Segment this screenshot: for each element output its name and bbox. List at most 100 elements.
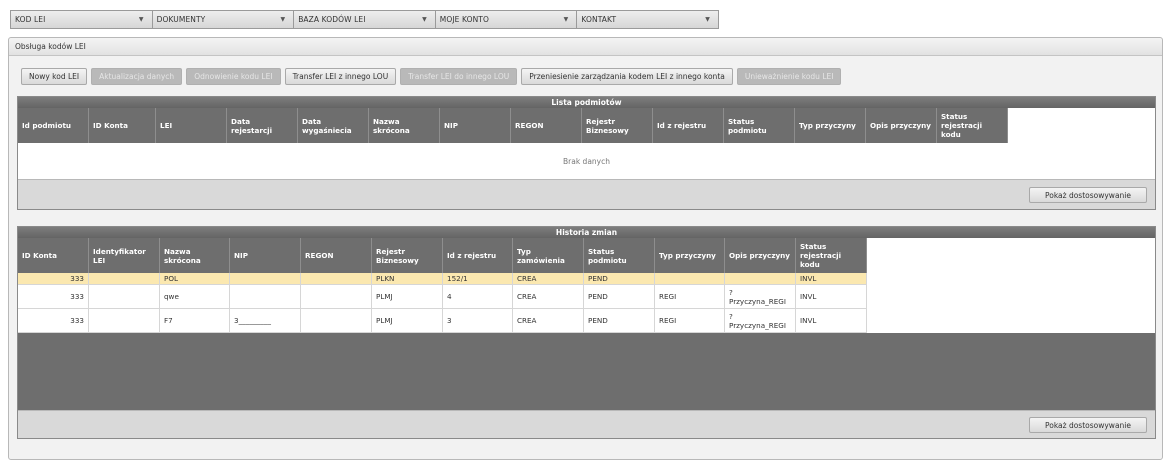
cell-regon <box>301 309 372 333</box>
menu-dokumenty[interactable]: DOKUMENTY ▼ <box>153 11 295 28</box>
cell-id-konta: 333 <box>18 309 89 333</box>
cell-identyfikator <box>89 285 160 309</box>
cell-nip <box>230 273 301 285</box>
cell-status-rejestracji: INVL <box>796 273 867 285</box>
cell-regon <box>301 285 372 309</box>
cell-nazwa: POL <box>160 273 230 285</box>
history-grid-footer: Pokaż dostosowywanie <box>18 410 1155 438</box>
cell-id-konta: 333 <box>18 273 89 285</box>
column-header[interactable]: Id z rejestru <box>443 238 513 273</box>
cell-typ-przyczyny: REGI <box>655 309 725 333</box>
cell-rejestr: PLMJ <box>372 309 443 333</box>
cell-id-konta: 333 <box>18 285 89 309</box>
menu-label: DOKUMENTY <box>156 15 206 24</box>
update-data-button[interactable]: Aktualizacja danych <box>91 68 183 85</box>
cell-id-rejestru: 3 <box>443 309 513 333</box>
column-header[interactable]: NIP <box>440 108 511 143</box>
renew-lei-button[interactable]: Odnowienie kodu LEI <box>186 68 281 85</box>
column-header[interactable]: Nazwa skrócona <box>160 238 230 273</box>
invalidate-lei-button[interactable]: Unieważnienie kodu LEI <box>736 68 842 85</box>
cell-id-rejestru: 152/1 <box>443 273 513 285</box>
lei-panel: Obsługa kodów LEI Nowy kod LEI Aktualiza… <box>8 37 1163 460</box>
cell-id-rejestru: 4 <box>443 285 513 309</box>
cell-typ-zamowienia: CREA <box>513 309 584 333</box>
cell-typ-zamowienia: CREA <box>513 285 584 309</box>
entities-grid: Lista podmiotów Id podmiotu ID Konta LEI… <box>17 96 1156 210</box>
column-header[interactable]: NIP <box>230 238 301 273</box>
history-grid: Historia zmian ID Konta Identyfikator LE… <box>17 226 1156 439</box>
menu-baza-kodow[interactable]: BAZA KODÓW LEI ▼ <box>294 11 436 28</box>
column-header[interactable]: ID Konta <box>89 108 156 143</box>
column-header[interactable]: Status podmiotu <box>724 108 795 143</box>
column-header[interactable]: Rejestr Biznesowy <box>372 238 443 273</box>
column-header[interactable]: Nazwa skrócona <box>369 108 440 143</box>
cell-rejestr: PLKN <box>372 273 443 285</box>
cell-status-podmiotu: PEND <box>584 285 655 309</box>
cell-status-podmiotu: PEND <box>584 273 655 285</box>
transfer-out-button[interactable]: Transfer LEI do innego LOU <box>400 68 518 85</box>
history-grid-title: Historia zmian <box>18 227 1155 238</box>
menu-kontakt[interactable]: KONTAKT ▼ <box>577 11 718 28</box>
new-lei-button[interactable]: Nowy kod LEI <box>21 68 88 85</box>
column-header[interactable]: REGON <box>301 238 372 273</box>
menu-label: MOJE KONTO <box>439 15 489 24</box>
column-header[interactable]: Typ przyczyny <box>795 108 866 143</box>
empty-message: Brak danych <box>18 143 1155 179</box>
menu-label: KOD LEI <box>15 15 46 24</box>
customize-button[interactable]: Pokaż dostosowywanie <box>1029 417 1147 433</box>
chevron-down-icon: ▼ <box>280 16 286 23</box>
transfer-in-button[interactable]: Transfer LEI z innego LOU <box>284 68 397 85</box>
cell-status-rejestracji: INVL <box>796 285 867 309</box>
entities-grid-title: Lista podmiotów <box>18 97 1155 108</box>
cell-identyfikator <box>89 273 160 285</box>
action-toolbar: Nowy kod LEI Aktualizacja danych Odnowie… <box>21 68 842 85</box>
chevron-down-icon: ▼ <box>563 16 569 23</box>
column-header[interactable]: Status rejestracji kodu <box>937 108 1008 143</box>
entities-grid-footer: Pokaż dostosowywanie <box>18 179 1155 209</box>
column-header[interactable]: Opis przyczyny <box>866 108 937 143</box>
column-header[interactable]: REGON <box>511 108 582 143</box>
column-header[interactable]: Data rejestarcji <box>227 108 298 143</box>
cell-nazwa: qwe <box>160 285 230 309</box>
history-header-row: ID Konta Identyfikator LEI Nazwa skrócon… <box>18 238 1155 273</box>
cell-nip <box>230 285 301 309</box>
table-row[interactable]: 333 F7 3_________ PLMJ 3 CREA PEND REGI … <box>18 309 1155 333</box>
menu-kod-lei[interactable]: KOD LEI ▼ <box>11 11 153 28</box>
cell-nazwa: F7 <box>160 309 230 333</box>
column-header[interactable]: Data wygaśniecia <box>298 108 369 143</box>
cell-opis-przyczyny <box>725 273 796 285</box>
menu-moje-konto[interactable]: MOJE KONTO ▼ <box>436 11 578 28</box>
chevron-down-icon: ▼ <box>705 16 710 23</box>
column-header[interactable]: Id podmiotu <box>18 108 89 143</box>
column-header[interactable]: Identyfikator LEI <box>89 238 160 273</box>
column-header[interactable]: Rejestr Biznesowy <box>582 108 653 143</box>
cell-typ-przyczyny <box>655 273 725 285</box>
cell-opis-przyczyny: ? Przyczyna_REGI <box>725 285 796 309</box>
chevron-down-icon: ▼ <box>138 16 144 23</box>
column-header[interactable]: Typ zamówienia <box>513 238 584 273</box>
cell-typ-przyczyny: REGI <box>655 285 725 309</box>
table-row[interactable]: 333 POL PLKN 152/1 CREA PEND INVL <box>18 273 1155 285</box>
cell-regon <box>301 273 372 285</box>
customize-button[interactable]: Pokaż dostosowywanie <box>1029 187 1147 203</box>
column-header[interactable]: Status podmiotu <box>584 238 655 273</box>
main-menu: KOD LEI ▼ DOKUMENTY ▼ BAZA KODÓW LEI ▼ MOJE… <box>10 10 719 29</box>
column-header[interactable]: Status rejestracji kodu <box>796 238 867 273</box>
column-header[interactable]: ID Konta <box>18 238 89 273</box>
cell-nip: 3_________ <box>230 309 301 333</box>
column-header[interactable]: Opis przyczyny <box>725 238 796 273</box>
chevron-down-icon: ▼ <box>422 16 427 23</box>
menu-label: BAZA KODÓW LEI <box>298 15 366 24</box>
column-header[interactable]: Id z rejestru <box>653 108 724 143</box>
move-management-button[interactable]: Przeniesienie zarządzania kodem LEI z in… <box>521 68 733 85</box>
table-row[interactable]: 333 qwe PLMJ 4 CREA PEND REGI ? Przyczyn… <box>18 285 1155 309</box>
cell-opis-przyczyny: ? Przyczyna_REGI <box>725 309 796 333</box>
cell-status-podmiotu: PEND <box>584 309 655 333</box>
menu-label: KONTAKT <box>581 15 617 24</box>
column-header[interactable]: LEI <box>156 108 227 143</box>
panel-title: Obsługa kodów LEI <box>9 38 1162 56</box>
cell-rejestr: PLMJ <box>372 285 443 309</box>
entities-header-row: Id podmiotu ID Konta LEI Data rejestarcj… <box>18 108 1155 143</box>
column-header[interactable]: Typ przyczyny <box>655 238 725 273</box>
cell-typ-zamowienia: CREA <box>513 273 584 285</box>
